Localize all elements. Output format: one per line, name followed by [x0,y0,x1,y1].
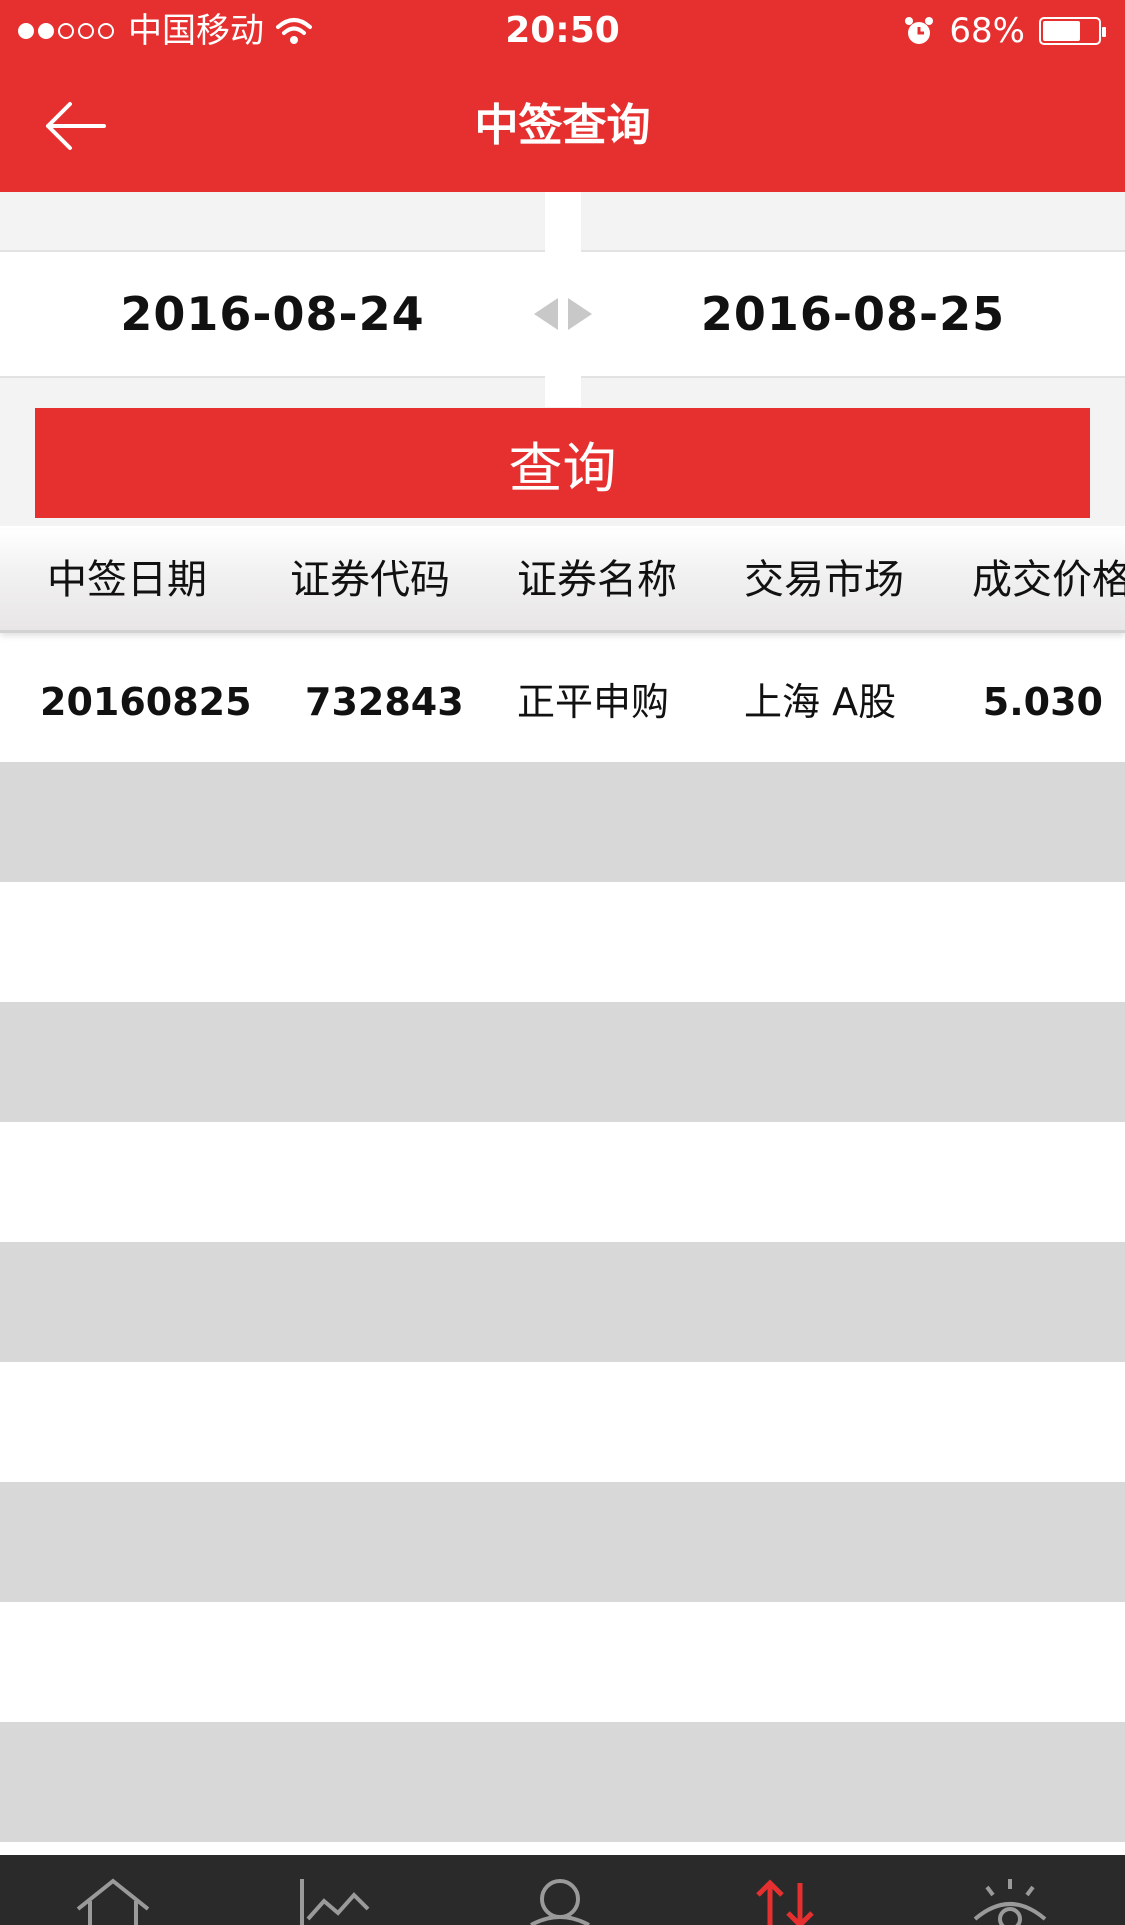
user-icon[interactable] [515,1875,605,1925]
column-header-name: 证券名称 [517,557,677,603]
empty-row [0,1722,1125,1842]
header: 中国移动 20:50 68% 中签查询 [0,0,1125,192]
query-button[interactable]: 查询 [35,408,1090,518]
battery-icon [1039,17,1106,45]
empty-row [0,762,1125,882]
cell-market: 上海 A股 [744,680,897,724]
bottom-tab-bar [0,1855,1125,1925]
page-title: 中签查询 [474,100,651,151]
alarm-icon [905,17,934,44]
table-body: 20160825 732843 正平申购 上海 A股 5.030 [0,642,1125,1842]
home-icon[interactable] [68,1875,158,1925]
table-header: 中签日期 证券代码 证券名称 交易市场 成交价格 [0,530,1125,633]
column-header-market: 交易市场 [744,557,904,603]
empty-row [0,1602,1125,1722]
chart-icon[interactable] [290,1875,380,1925]
empty-row [0,1242,1125,1362]
date-range-arrows [525,298,601,334]
battery-level [1043,21,1080,41]
status-right: 68% [903,10,1106,52]
cell-code: 732843 [305,680,464,724]
left-triangle-icon [534,298,558,330]
cell-date: 20160825 [40,680,252,724]
empty-row [0,1122,1125,1242]
end-date-field[interactable]: 2016-08-25 [581,252,1125,376]
column-header-price: 成交价格 [972,557,1125,603]
trade-icon[interactable] [740,1875,830,1925]
empty-row [0,1482,1125,1602]
right-triangle-icon [568,298,592,330]
empty-row [0,1362,1125,1482]
table-row[interactable]: 20160825 732843 正平申购 上海 A股 5.030 [0,642,1125,762]
empty-row [0,1002,1125,1122]
column-header-date: 中签日期 [47,557,207,603]
start-date-field[interactable]: 2016-08-24 [0,252,545,376]
cell-price: 5.030 [982,680,1103,724]
battery-percent: 68% [949,11,1025,51]
cell-name: 正平申购 [517,680,670,724]
column-header-code: 证券代码 [290,557,450,603]
eye-icon[interactable] [965,1875,1055,1925]
empty-row [0,882,1125,1002]
status-bar: 中国移动 20:50 68% [0,0,1125,62]
